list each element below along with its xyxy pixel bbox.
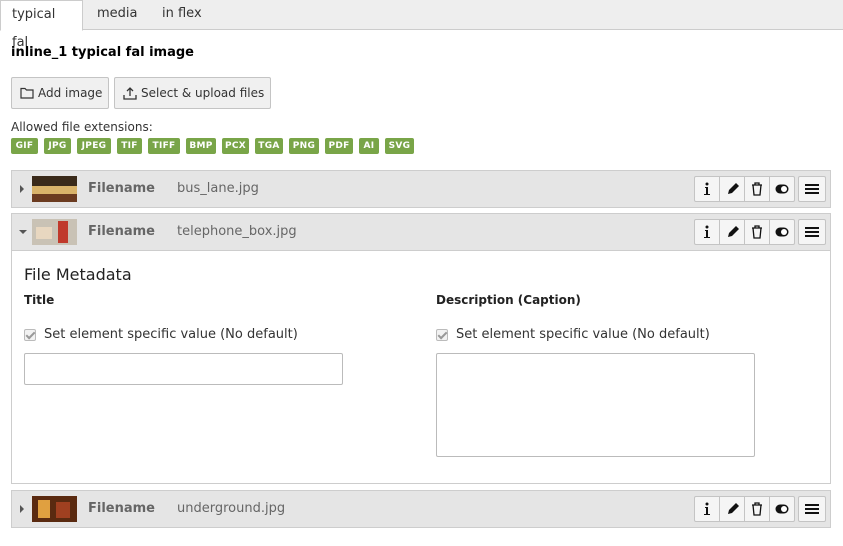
file-header[interactable]: Filename underground.jpg <box>12 491 830 527</box>
description-override-checkbox[interactable] <box>436 329 448 341</box>
select-upload-label: Select & upload files <box>141 86 265 100</box>
extension-badge: PDF <box>325 138 353 154</box>
info-button[interactable] <box>695 497 720 521</box>
delete-button[interactable] <box>745 220 770 244</box>
info-button[interactable] <box>695 220 720 244</box>
extension-badge: TIF <box>117 138 142 154</box>
delete-button[interactable] <box>745 497 770 521</box>
info-button[interactable] <box>695 177 720 201</box>
hamburger-icon <box>805 504 819 514</box>
file-reference-telephone-box: Filename telephone_box.jpg File Metadata… <box>11 213 831 484</box>
trash-icon <box>752 182 762 196</box>
file-actions <box>694 219 795 245</box>
file-thumbnail <box>32 176 77 202</box>
extension-badge: PCX <box>222 138 249 154</box>
title-override-checkbox[interactable] <box>24 329 36 341</box>
tab-label: in flex <box>162 6 202 21</box>
description-field-label: Description (Caption) <box>436 293 581 307</box>
file-reference-bus-lane: Filename bus_lane.jpg <box>11 170 831 208</box>
filename-label: Filename <box>88 501 155 516</box>
filename-value: telephone_box.jpg <box>177 224 297 239</box>
info-icon <box>704 502 710 515</box>
trash-icon <box>752 225 762 239</box>
tab-media[interactable]: media <box>86 0 149 30</box>
hamburger-icon <box>805 184 819 194</box>
extension-badge: TIFF <box>148 138 180 154</box>
extension-badge: TGA <box>255 138 283 154</box>
pencil-icon <box>728 503 739 514</box>
pencil-icon <box>728 226 739 237</box>
drag-handle-button[interactable] <box>798 219 826 245</box>
toggle-visibility-button[interactable] <box>770 177 795 201</box>
file-header[interactable]: Filename telephone_box.jpg <box>12 214 830 250</box>
metadata-heading: File Metadata <box>24 265 132 284</box>
filename-label: Filename <box>88 224 155 239</box>
override-label: Set element specific value (No default) <box>456 327 710 342</box>
extension-badge: AI <box>359 138 379 154</box>
toggle-visibility-button[interactable] <box>770 497 795 521</box>
toggle-visibility-button[interactable] <box>770 220 795 244</box>
upload-icon <box>123 87 137 100</box>
toggle-icon <box>775 227 789 237</box>
pencil-icon <box>728 183 739 194</box>
toggle-icon <box>775 184 789 194</box>
info-icon <box>704 182 710 195</box>
extension-badge: PNG <box>289 138 319 154</box>
expand-caret-icon[interactable] <box>20 185 24 193</box>
drag-handle-button[interactable] <box>798 496 826 522</box>
tab-label: typical fal <box>12 7 56 50</box>
allowed-extensions-label: Allowed file extensions: <box>11 120 153 134</box>
field-title: inline_1 typical fal image <box>11 45 194 60</box>
file-actions <box>694 176 795 202</box>
trash-icon <box>752 502 762 516</box>
title-field-label: Title <box>24 293 55 307</box>
extension-badge: GIF <box>11 138 38 154</box>
file-thumbnail <box>32 219 77 245</box>
add-image-label: Add image <box>38 86 103 100</box>
edit-button[interactable] <box>720 220 745 244</box>
filename-label: Filename <box>88 181 155 196</box>
override-label: Set element specific value (No default) <box>44 327 298 342</box>
edit-button[interactable] <box>720 177 745 201</box>
collapse-caret-icon[interactable] <box>19 230 27 234</box>
file-metadata-panel: File Metadata Title Set element specific… <box>12 250 830 483</box>
title-input[interactable] <box>24 353 343 385</box>
tab-in-flex[interactable]: in flex <box>151 0 213 30</box>
delete-button[interactable] <box>745 177 770 201</box>
file-header[interactable]: Filename bus_lane.jpg <box>12 171 830 207</box>
toggle-icon <box>775 504 789 514</box>
filename-value: bus_lane.jpg <box>177 181 259 196</box>
filename-value: underground.jpg <box>177 501 286 516</box>
folder-icon <box>20 87 34 99</box>
file-reference-underground: Filename underground.jpg <box>11 490 831 528</box>
tab-label: media <box>97 6 138 21</box>
extension-badge: JPEG <box>77 138 111 154</box>
edit-button[interactable] <box>720 497 745 521</box>
select-upload-button[interactable]: Select & upload files <box>114 77 271 109</box>
extension-badge: SVG <box>385 138 414 154</box>
expand-caret-icon[interactable] <box>20 505 24 513</box>
tab-typical-fal[interactable]: typical fal <box>0 0 83 50</box>
description-textarea[interactable] <box>436 353 755 457</box>
info-icon <box>704 225 710 238</box>
file-thumbnail <box>32 496 77 522</box>
drag-handle-button[interactable] <box>798 176 826 202</box>
extension-badge: JPG <box>44 138 71 154</box>
extension-badge: BMP <box>186 138 216 154</box>
file-actions <box>694 496 795 522</box>
add-image-button[interactable]: Add image <box>11 77 109 109</box>
hamburger-icon <box>805 227 819 237</box>
tab-bar: typical fal media in flex <box>0 0 843 50</box>
